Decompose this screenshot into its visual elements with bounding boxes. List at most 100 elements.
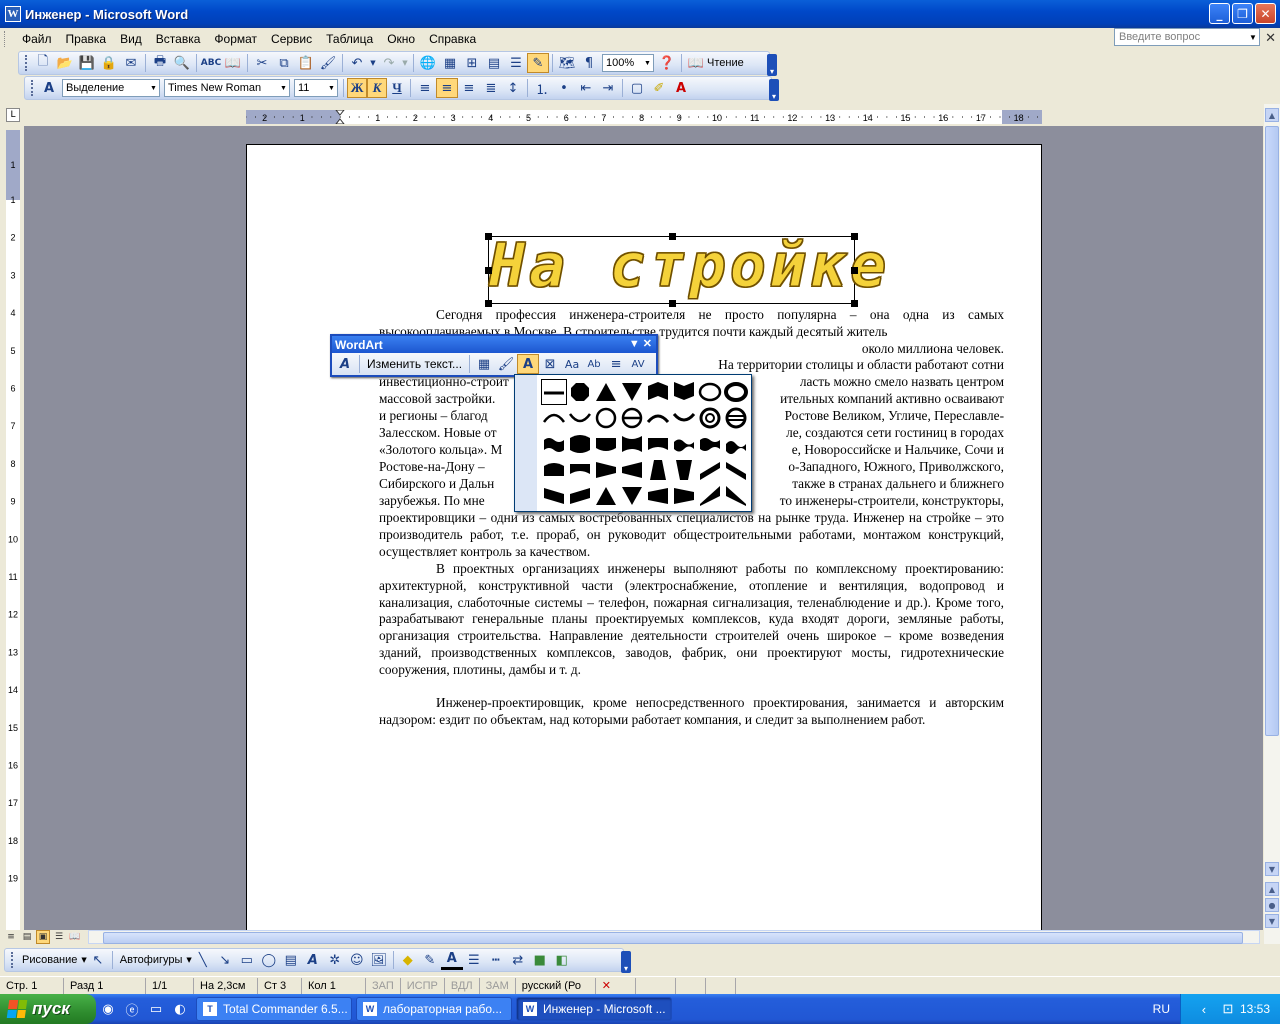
chevron-down-icon[interactable]: ▼: [642, 55, 653, 71]
shadow-style-icon[interactable]: ■: [529, 950, 551, 970]
increase-indent-icon[interactable]: ⇥: [597, 78, 619, 98]
scroll-thumb[interactable]: [103, 932, 1243, 944]
character-spacing-icon[interactable]: AV: [627, 354, 649, 374]
start-button[interactable]: пуск: [0, 994, 96, 1024]
clock[interactable]: 13:53: [1240, 1002, 1270, 1016]
help-search-input[interactable]: Введите вопрос ▼: [1114, 28, 1260, 46]
print-icon[interactable]: 🖶: [149, 53, 171, 73]
wordart-shape-cascade-up-icon[interactable]: [541, 483, 567, 509]
align-left-icon[interactable]: ≡: [414, 78, 436, 98]
undo-dropdown-icon[interactable]: ▼: [368, 53, 378, 73]
wordart-gallery-icon[interactable]: ▦: [473, 354, 495, 374]
chevron-down-icon[interactable]: ▼: [278, 80, 289, 96]
wordart-shape-double-wave-2-icon[interactable]: [723, 431, 749, 457]
diagram-icon[interactable]: ✲: [324, 950, 346, 970]
permission-icon[interactable]: 🔒: [98, 53, 120, 73]
outline-view-icon[interactable]: ☰: [52, 930, 66, 944]
wordart-shape-inflate-top-icon[interactable]: [541, 457, 567, 483]
menu-view[interactable]: Вид: [113, 32, 149, 46]
wordart-shape-triangle-icon[interactable]: [593, 483, 619, 509]
quicklaunch-desktop-icon[interactable]: ▭: [146, 999, 166, 1019]
wordart-shape-fade-down-icon[interactable]: [671, 457, 697, 483]
spelling-status-icon[interactable]: ✕: [596, 977, 636, 994]
chevron-down-icon[interactable]: ▼: [148, 80, 159, 96]
status-record[interactable]: ЗАП: [366, 977, 401, 994]
document-area[interactable]: На стройке Сегодня профессия инженера-ст…: [24, 126, 1263, 930]
read-icon[interactable]: 📖: [685, 53, 707, 73]
wordart-shape-chevron-down-icon[interactable]: [671, 379, 697, 405]
quicklaunch-ie-icon[interactable]: ⓔ: [122, 999, 142, 1019]
wordart-shape-octagon-icon[interactable]: [567, 379, 593, 405]
wordart-shape-deflate-icon[interactable]: [619, 431, 645, 457]
wordart-shape-inflate-bottom-icon[interactable]: [593, 431, 619, 457]
toolbar-grip[interactable]: [31, 80, 34, 96]
web-view-icon[interactable]: ▤: [20, 930, 34, 944]
line-icon[interactable]: ╲: [192, 950, 214, 970]
wordart-shape-ring-out-icon[interactable]: [723, 379, 749, 405]
zoom-select[interactable]: 100% ▼: [602, 54, 654, 72]
columns-icon[interactable]: ☰: [505, 53, 527, 73]
status-extend[interactable]: ВДЛ: [445, 977, 480, 994]
3d-style-icon[interactable]: ◧: [551, 950, 573, 970]
resize-handle[interactable]: [851, 300, 858, 307]
paragraph-2[interactable]: В проектных организациях инженеры выполн…: [379, 561, 1004, 679]
horizontal-scrollbar[interactable]: [88, 930, 1260, 944]
status-overtype[interactable]: ЗАМ: [480, 977, 516, 994]
redo-icon[interactable]: ↷: [378, 53, 400, 73]
normal-view-icon[interactable]: ≡: [4, 930, 18, 944]
rectangle-icon[interactable]: ▭: [236, 950, 258, 970]
menu-table[interactable]: Таблица: [319, 32, 380, 46]
wordart-shape-fade-2-icon[interactable]: [645, 483, 671, 509]
task-word-active[interactable]: W Инженер - Microsoft ...: [516, 997, 672, 1021]
print-layout-view-icon[interactable]: ▣: [36, 930, 50, 944]
font-color-icon[interactable]: A: [440, 950, 463, 970]
wordart-shape-can-down-icon[interactable]: [671, 405, 697, 431]
network-icon[interactable]: ⊡: [1218, 999, 1238, 1019]
wordart-shape-deflate-bottom-icon[interactable]: [645, 431, 671, 457]
justify-icon[interactable]: ≣: [480, 78, 502, 98]
vertical-ruler[interactable]: 1 1 2 3 4 5 6 7 8 9 10 11 12 13 14 15 16 17 18 19: [6, 130, 20, 930]
arrow-icon[interactable]: ↘: [214, 950, 236, 970]
styles-formatting-icon[interactable]: A: [38, 78, 60, 98]
close-button[interactable]: ✕: [1255, 3, 1276, 24]
title-bar[interactable]: W Инженер - Microsoft Word _ ❐ ✕: [0, 0, 1280, 28]
quicklaunch-media-icon[interactable]: ◐: [170, 999, 190, 1019]
undo-icon[interactable]: ↶: [346, 53, 368, 73]
bold-button[interactable]: Ж: [347, 78, 367, 98]
reading-mode-button[interactable]: Чтение: [707, 57, 744, 69]
horizontal-ruler[interactable]: 21123456789101112131415161718: [246, 110, 1042, 124]
document-page[interactable]: На стройке Сегодня профессия инженера-ст…: [246, 144, 1042, 930]
wordart-shape-wave-2-icon[interactable]: [671, 431, 697, 457]
menu-tools[interactable]: Сервис: [264, 32, 319, 46]
wordart-shape-slant-down-icon[interactable]: [723, 457, 749, 483]
line-color-icon[interactable]: ✎: [419, 950, 441, 970]
resize-handle[interactable]: [485, 233, 492, 240]
wordart-shape-button-icon[interactable]: [619, 405, 645, 431]
wordart-shape-deflate-top-icon[interactable]: [567, 457, 593, 483]
insert-wordart-icon[interactable]: A: [302, 950, 324, 970]
cut-icon[interactable]: ✂: [251, 53, 273, 73]
toolbar-options-icon[interactable]: ▾: [769, 79, 779, 101]
resize-handle[interactable]: [851, 267, 858, 274]
resize-handle[interactable]: [669, 233, 676, 240]
dash-style-icon[interactable]: ┅: [485, 950, 507, 970]
wordart-shape-palette[interactable]: [514, 374, 752, 512]
wordart-shape-plain-icon[interactable]: [541, 379, 567, 405]
show-formatting-icon[interactable]: ¶: [578, 53, 600, 73]
wordart-shape-inflate-icon[interactable]: [567, 431, 593, 457]
open-folder-icon[interactable]: 📂: [54, 53, 76, 73]
same-letter-heights-icon[interactable]: Aa: [561, 354, 583, 374]
quicklaunch-browser-icon[interactable]: ◉: [98, 999, 118, 1019]
toolbar-options-icon[interactable]: ▾: [621, 951, 631, 973]
scroll-down-arrow-icon[interactable]: ▼: [1265, 862, 1279, 876]
autoshapes-button[interactable]: Автофигуры: [116, 954, 187, 966]
font-color-icon[interactable]: A: [670, 78, 692, 98]
wordart-object[interactable]: На стройке: [485, 231, 887, 307]
resize-handle[interactable]: [851, 233, 858, 240]
drawing-icon[interactable]: ✎: [527, 53, 549, 73]
text-box-icon[interactable]: ▤: [280, 950, 302, 970]
status-track-changes[interactable]: ИСПР: [401, 977, 445, 994]
language-indicator[interactable]: RU: [1153, 994, 1180, 1024]
wordart-shape-double-wave-1-icon[interactable]: [697, 431, 723, 457]
chevron-down-icon[interactable]: ▼: [1247, 29, 1259, 45]
